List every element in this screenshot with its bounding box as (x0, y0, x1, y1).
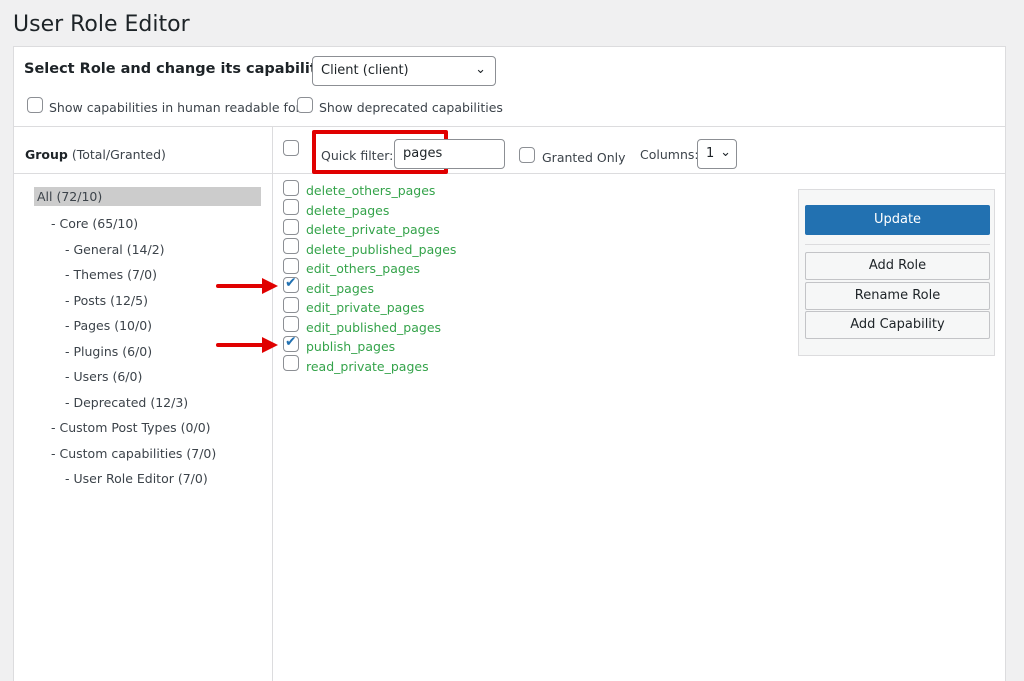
column-divider (272, 127, 273, 681)
group-item-custom-post-types[interactable]: - Custom Post Types (0/0) (51, 420, 211, 435)
columns-select[interactable]: 1 ⌄ (697, 139, 737, 169)
group-header: Group (Total/Granted) (25, 147, 166, 162)
granted-only-checkbox[interactable] (519, 147, 535, 163)
capability-checkbox[interactable] (283, 275, 299, 293)
role-select-label: Select Role and change its capabilities: (24, 61, 347, 77)
select-all-checkbox[interactable] (283, 140, 299, 156)
add-capability-button[interactable]: Add Capability (805, 311, 990, 339)
capability-checkbox[interactable] (283, 180, 299, 196)
chevron-down-icon: ⌄ (475, 62, 486, 77)
capability-checkbox[interactable] (283, 355, 299, 371)
divider (14, 126, 1006, 127)
page-title: User Role Editor (13, 12, 190, 37)
capability-checkbox[interactable] (283, 258, 299, 274)
group-item-posts[interactable]: - Posts (12/5) (65, 293, 148, 308)
deprecated-checkbox[interactable] (297, 97, 313, 113)
capability-label: edit_pages (306, 281, 374, 296)
capability-label: edit_others_pages (306, 261, 421, 276)
chevron-down-icon: ⌄ (720, 145, 731, 160)
granted-only-label: Granted Only (542, 150, 626, 165)
group-item-users[interactable]: - Users (6/0) (65, 369, 142, 384)
group-item-user-role-editor[interactable]: - User Role Editor (7/0) (65, 471, 208, 486)
columns-label: Columns: (640, 147, 699, 162)
deprecated-label: Show deprecated capabilities (319, 100, 503, 115)
group-item-all[interactable]: All (72/10) (34, 187, 261, 206)
capability-checkbox[interactable] (283, 219, 299, 235)
columns-value: 1 (706, 146, 715, 161)
group-header-counts: (Total/Granted) (67, 147, 166, 162)
capability-checkbox[interactable] (283, 297, 299, 313)
capability-label: delete_published_pages (306, 242, 457, 257)
group-item-custom-capabilities[interactable]: - Custom capabilities (7/0) (51, 446, 216, 461)
red-arrow-icon (216, 337, 278, 353)
group-item-core[interactable]: - Core (65/10) (51, 216, 138, 231)
red-arrow-icon (216, 278, 278, 294)
divider (14, 173, 1006, 174)
group-item-general[interactable]: - General (14/2) (65, 242, 165, 257)
divider (805, 244, 990, 245)
capability-label: read_private_pages (306, 359, 429, 374)
capability-checkbox[interactable] (283, 199, 299, 215)
quick-filter-label: Quick filter: (321, 148, 394, 163)
capability-label: delete_pages (306, 203, 390, 218)
capability-checkbox[interactable] (283, 238, 299, 254)
capability-label: delete_others_pages (306, 183, 436, 198)
role-select[interactable]: Client (client) ⌄ (312, 56, 496, 86)
capability-label: publish_pages (306, 339, 396, 354)
human-readable-checkbox[interactable] (27, 97, 43, 113)
add-role-button[interactable]: Add Role (805, 252, 990, 280)
role-editor-panel: Select Role and change its capabilities:… (13, 46, 1006, 681)
update-button[interactable]: Update (805, 205, 990, 235)
group-item-plugins[interactable]: - Plugins (6/0) (65, 344, 152, 359)
capability-label: delete_private_pages (306, 222, 440, 237)
group-item-deprecated[interactable]: - Deprecated (12/3) (65, 395, 188, 410)
actions-box: Update Add Role Rename Role Add Capabili… (798, 189, 995, 356)
quick-filter-input[interactable]: pages (394, 139, 505, 169)
role-select-value: Client (client) (321, 63, 409, 78)
capability-checkbox[interactable] (283, 334, 299, 352)
group-header-title: Group (25, 147, 68, 162)
group-item-themes[interactable]: - Themes (7/0) (65, 267, 157, 282)
human-readable-label: Show capabilities in human readable form (49, 100, 313, 115)
group-item-pages[interactable]: - Pages (10/0) (65, 318, 152, 333)
capability-label: edit_published_pages (306, 320, 442, 335)
capability-checkbox[interactable] (283, 316, 299, 332)
capability-label: edit_private_pages (306, 300, 425, 315)
rename-role-button[interactable]: Rename Role (805, 282, 990, 310)
